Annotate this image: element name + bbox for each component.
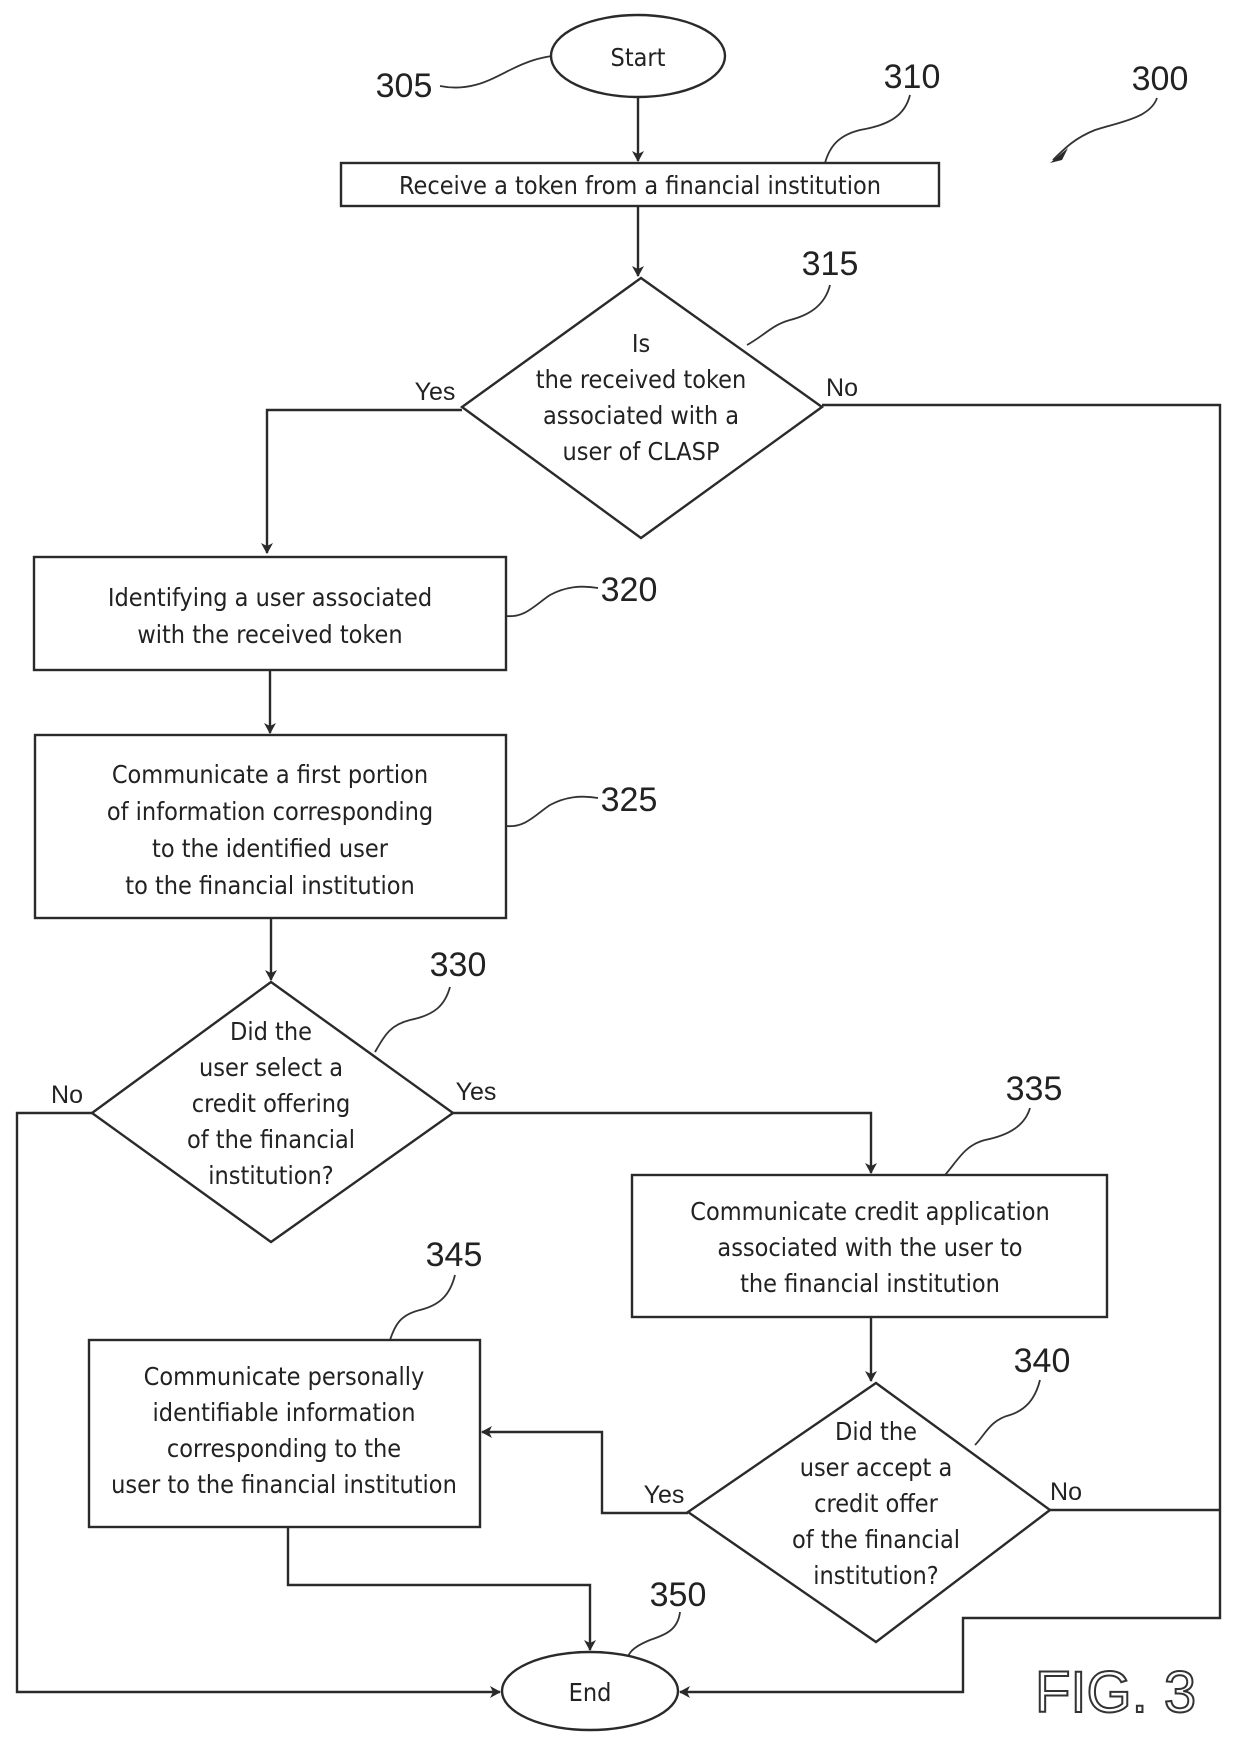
identify-user-box: [32, 555, 508, 672]
token-associated-line-4: user of CLASP: [562, 437, 719, 466]
node-start: Start: [549, 13, 727, 99]
token-associated-line-2: the received token: [536, 365, 746, 394]
communicate-credit-application-line-2: associated with the user to: [717, 1233, 1022, 1262]
token-associated-no-label: No: [826, 374, 858, 402]
ref-350: 350: [650, 1576, 707, 1614]
node-310: Receive a token from a financial institu…: [339, 161, 941, 208]
leader-340: [974, 1379, 1041, 1446]
node-330: Did the user select a credit offering of…: [51, 980, 497, 1244]
communicate-pii-line-4: user to the financial institution: [111, 1470, 457, 1499]
select-credit-offering-line-3: credit offering: [192, 1089, 351, 1118]
select-credit-offering-no-label: No: [51, 1081, 83, 1109]
communicate-pii-line-3: corresponding to the: [167, 1434, 401, 1463]
node-340: Did the user accept a credit offer of th…: [644, 1381, 1082, 1644]
accept-credit-offer-line-4: of the financial: [792, 1525, 960, 1554]
ref-325: 325: [601, 781, 658, 819]
start-text: Start: [611, 43, 666, 72]
receive-token-text: Receive a token from a financial institu…: [399, 171, 881, 200]
accept-credit-offer-line-5: institution?: [813, 1561, 938, 1590]
leader-350: [627, 1611, 681, 1658]
ref-315: 315: [802, 245, 859, 283]
node-325: Communicate a first portion of informati…: [33, 733, 508, 920]
ref-330: 330: [430, 946, 487, 984]
leader-310: [824, 94, 911, 164]
leader-315: [746, 284, 831, 346]
communicate-first-portion-line-1: Communicate a first portion: [112, 760, 428, 789]
select-credit-offering-line-2: user select a: [199, 1053, 343, 1082]
end-text: End: [569, 1678, 612, 1707]
identify-user-line-1: Identifying a user associated: [108, 583, 432, 612]
edge-315-yes-to-320: [261, 408, 462, 554]
ref-310: 310: [884, 58, 941, 96]
node-345: Communicate personally identifiable info…: [87, 1338, 482, 1529]
ref-335: 335: [1006, 1070, 1063, 1108]
node-320: Identifying a user associated with the r…: [32, 555, 508, 672]
accept-credit-offer-line-1: Did the: [835, 1417, 917, 1446]
token-associated-yes-label: Yes: [415, 378, 456, 406]
ref-300: 300: [1132, 60, 1189, 98]
ref-345: 345: [426, 1236, 483, 1274]
flowchart: Start Receive a token from a financial i…: [15, 13, 1222, 1732]
leader-335: [944, 1107, 1031, 1176]
communicate-credit-application-line-3: the financial institution: [740, 1269, 1000, 1298]
communicate-first-portion-line-4: to the financial institution: [125, 871, 414, 900]
accept-credit-offer-yes-label: Yes: [644, 1481, 685, 1509]
identify-user-line-2: with the received token: [137, 620, 402, 649]
arrow-300-head: [1050, 148, 1068, 163]
token-associated-line-1: Is: [632, 329, 650, 358]
leader-320: [505, 585, 599, 617]
leader-300: [1052, 97, 1158, 161]
node-315: Is the received token associated with a …: [415, 276, 858, 540]
accept-credit-offer-line-2: user accept a: [800, 1453, 953, 1482]
ref-320: 320: [601, 571, 658, 609]
ref-305: 305: [376, 67, 433, 105]
accept-credit-offer-no-label: No: [1050, 1478, 1082, 1506]
ref-340: 340: [1014, 1342, 1071, 1380]
figure-title: FIG. 3: [1035, 1660, 1196, 1725]
communicate-pii-line-1: Communicate personally: [144, 1362, 425, 1391]
leader-325: [505, 795, 599, 827]
communicate-first-portion-line-2: of information corresponding: [107, 797, 433, 826]
leader-345: [389, 1274, 456, 1341]
leader-330: [374, 986, 451, 1053]
accept-credit-offer-line-3: credit offer: [814, 1489, 938, 1518]
select-credit-offering-line-4: of the financial: [187, 1125, 355, 1154]
select-credit-offering-line-1: Did the: [230, 1017, 312, 1046]
communicate-pii-line-2: identifiable information: [153, 1398, 416, 1427]
token-associated-line-3: associated with a: [543, 401, 739, 430]
select-credit-offering-yes-label: Yes: [456, 1078, 497, 1106]
communicate-credit-application-line-1: Communicate credit application: [690, 1197, 1049, 1226]
leader-305: [439, 55, 553, 89]
node-335: Communicate credit application associate…: [630, 1173, 1109, 1319]
edge-345-to-end: [286, 1527, 596, 1651]
communicate-first-portion-line-3: to the identified user: [152, 834, 389, 863]
node-end: End: [500, 1650, 680, 1732]
edge-330-yes-to-335: [453, 1111, 877, 1174]
select-credit-offering-line-5: institution?: [208, 1161, 333, 1190]
